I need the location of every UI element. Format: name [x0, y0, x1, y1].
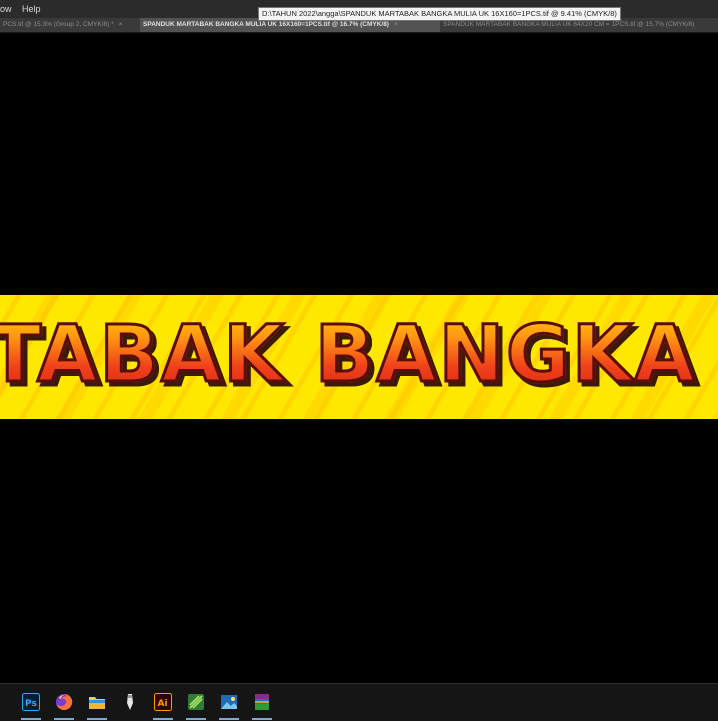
taskbar-illustrator[interactable]: Ai: [150, 692, 176, 720]
photoshop-icon: Ps: [22, 692, 40, 716]
file-path-tooltip: D:\TAHUN 2022\angga\SPANDUK MARTABAK BAN…: [258, 7, 621, 21]
tab-label: SPANDUK MARTABAK BANGKA MULIA UK 16X160=…: [143, 21, 389, 28]
file-explorer-icon: [88, 694, 106, 715]
menu-item-window[interactable]: ow: [0, 4, 12, 14]
taskbar-file-explorer[interactable]: [84, 692, 110, 720]
taskbar-coreldraw[interactable]: [183, 692, 209, 720]
close-tab-icon[interactable]: ×: [119, 21, 123, 28]
menu-item-help[interactable]: Help: [22, 4, 41, 14]
tab-label: SPANDUK MARTABAK BANGKA MULIA UK 64X20 C…: [443, 21, 695, 28]
taskbar-pen-tool[interactable]: [117, 692, 143, 716]
tab-label: PCS.tif @ 15.3% (Group 2, CMYK/8) *: [3, 21, 114, 28]
svg-text:Ai: Ai: [158, 699, 168, 709]
tab-document-1[interactable]: PCS.tif @ 15.3% (Group 2, CMYK/8) * ×: [0, 18, 140, 32]
pen-tool-icon: [125, 693, 135, 716]
taskbar-winrar[interactable]: [249, 692, 275, 720]
taskbar: Ps Ai: [0, 683, 718, 721]
svg-text:Ps: Ps: [25, 699, 37, 709]
illustrator-icon: Ai: [154, 692, 172, 716]
taskbar-photoshop[interactable]: Ps: [18, 692, 44, 720]
winrar-icon: [253, 693, 271, 716]
banner-artwork: TABAK BANGKA M: [0, 295, 718, 419]
banner-headline: TABAK BANGKA M: [0, 307, 718, 403]
taskbar-image-viewer[interactable]: [216, 692, 242, 720]
coreldraw-icon: [187, 693, 205, 716]
taskbar-firefox[interactable]: [51, 692, 77, 720]
close-tab-icon[interactable]: ×: [394, 21, 398, 28]
firefox-icon: [55, 693, 73, 716]
image-viewer-icon: [220, 694, 238, 715]
